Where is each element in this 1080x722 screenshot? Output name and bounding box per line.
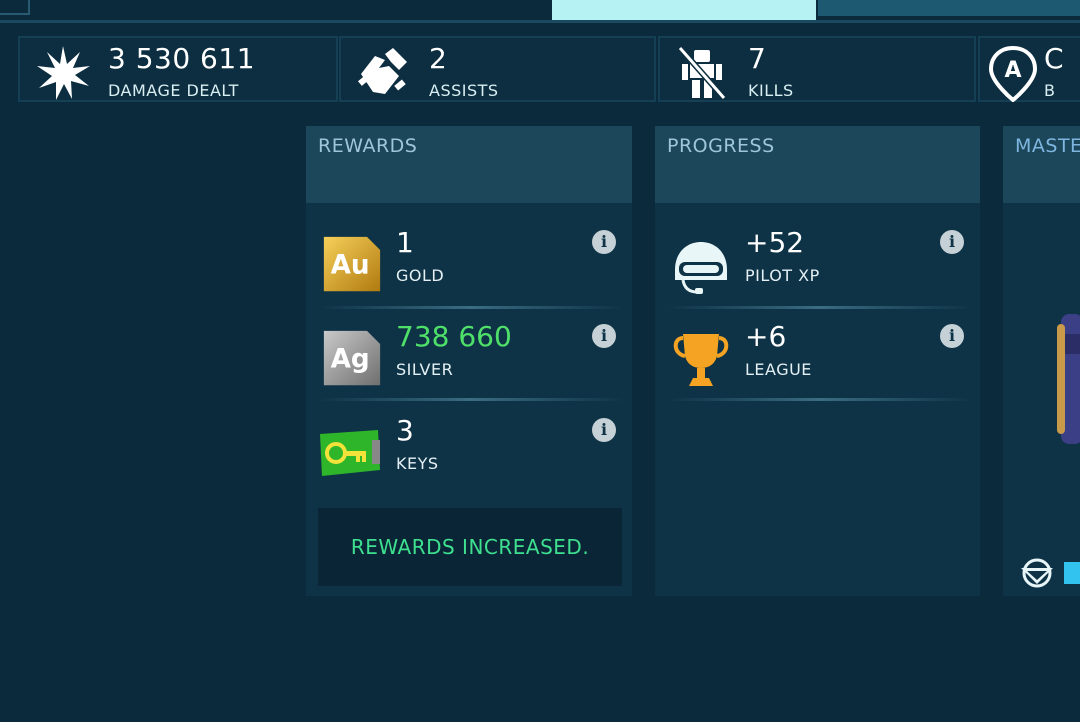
damage-value: 3 530 611 xyxy=(108,42,256,75)
reward-row-gold: Au 1 GOLD i xyxy=(306,220,632,310)
mastery-panel: MASTE xyxy=(1003,126,1080,596)
damage-label: DAMAGE DEALT xyxy=(108,81,239,100)
gold-label: GOLD xyxy=(396,266,445,285)
progress-header: PROGRESS xyxy=(655,126,980,203)
league-value: +6 xyxy=(745,320,787,353)
progress-row-league: +6 LEAGUE i xyxy=(655,314,980,404)
svg-text:Ag: Ag xyxy=(331,344,370,374)
beacon-pin-icon: A xyxy=(988,45,1038,102)
tab-next[interactable] xyxy=(818,0,1080,16)
stat-damage-dealt: 3 530 611 DAMAGE DEALT xyxy=(18,36,338,102)
mastery-header: MASTE xyxy=(1003,126,1080,203)
silver-label: SILVER xyxy=(396,360,454,379)
stat-beacons: A C B xyxy=(978,36,1080,102)
handshake-icon xyxy=(358,48,407,94)
robot-preview-image xyxy=(1057,314,1080,444)
league-info-icon[interactable]: i xyxy=(940,324,964,348)
pilot-xp-label: PILOT XP xyxy=(745,266,820,285)
pilot-xp-value: +52 xyxy=(745,226,805,259)
tab-underline xyxy=(0,20,1080,23)
kills-value: 7 xyxy=(748,42,767,75)
rewards-title: REWARDS xyxy=(318,135,418,157)
kills-label: KILLS xyxy=(748,81,794,100)
reward-divider xyxy=(318,306,624,309)
mastery-emblem-icon xyxy=(1021,558,1053,588)
svg-text:A: A xyxy=(1004,58,1021,83)
explosion-icon xyxy=(37,46,90,100)
stat-kills: 7 KILLS xyxy=(658,36,976,102)
destroyed-robot-icon xyxy=(677,46,727,100)
trophy-icon xyxy=(673,334,729,386)
keys-label: KEYS xyxy=(396,454,439,473)
reward-divider xyxy=(318,398,624,401)
mastery-title: MASTE xyxy=(1015,135,1080,157)
gold-info-icon[interactable]: i xyxy=(592,230,616,254)
assists-value: 2 xyxy=(429,42,448,75)
reward-row-keys: 3 KEYS i xyxy=(306,408,632,498)
rewards-panel: REWARDS Au 1 GOLD i Ag 738 660 SILVER i xyxy=(306,126,632,596)
silver-value: 738 660 xyxy=(396,320,512,353)
beacons-value: C xyxy=(1044,42,1065,75)
progress-title: PROGRESS xyxy=(667,135,775,157)
battle-stats-bar: 3 530 611 DAMAGE DEALT 2 ASSISTS 7 KILLS… xyxy=(18,36,1080,102)
progress-row-pilot-xp: +52 PILOT XP i xyxy=(655,220,980,310)
reward-row-silver: Ag 738 660 SILVER i xyxy=(306,314,632,404)
pilot-xp-info-icon[interactable]: i xyxy=(940,230,964,254)
league-label: LEAGUE xyxy=(745,360,812,379)
progress-divider xyxy=(667,306,972,309)
mastery-progress-bar xyxy=(1064,562,1080,584)
top-tab-strip xyxy=(0,0,1080,24)
progress-divider xyxy=(667,398,972,401)
gold-value: 1 xyxy=(396,226,414,259)
beacons-label: B xyxy=(1044,81,1056,100)
keys-info-icon[interactable]: i xyxy=(592,418,616,442)
key-card-icon xyxy=(320,430,380,476)
silver-ingot-icon: Ag xyxy=(323,330,381,386)
tab-active[interactable] xyxy=(552,0,816,20)
assists-label: ASSISTS xyxy=(429,81,499,100)
keys-value: 3 xyxy=(396,414,414,447)
progress-panel: PROGRESS +52 PILOT XP i +6 LEAGUE i xyxy=(655,126,980,596)
pilot-helmet-icon xyxy=(675,242,727,294)
rewards-increased-banner: REWARDS INCREASED. xyxy=(318,508,622,586)
stat-assists: 2 ASSISTS xyxy=(339,36,656,102)
rewards-header: REWARDS xyxy=(306,126,632,203)
silver-info-icon[interactable]: i xyxy=(592,324,616,348)
tab-previous[interactable] xyxy=(0,0,30,15)
rewards-increased-text: REWARDS INCREASED. xyxy=(350,535,590,559)
gold-ingot-icon: Au xyxy=(323,236,381,292)
svg-text:Au: Au xyxy=(331,250,370,280)
